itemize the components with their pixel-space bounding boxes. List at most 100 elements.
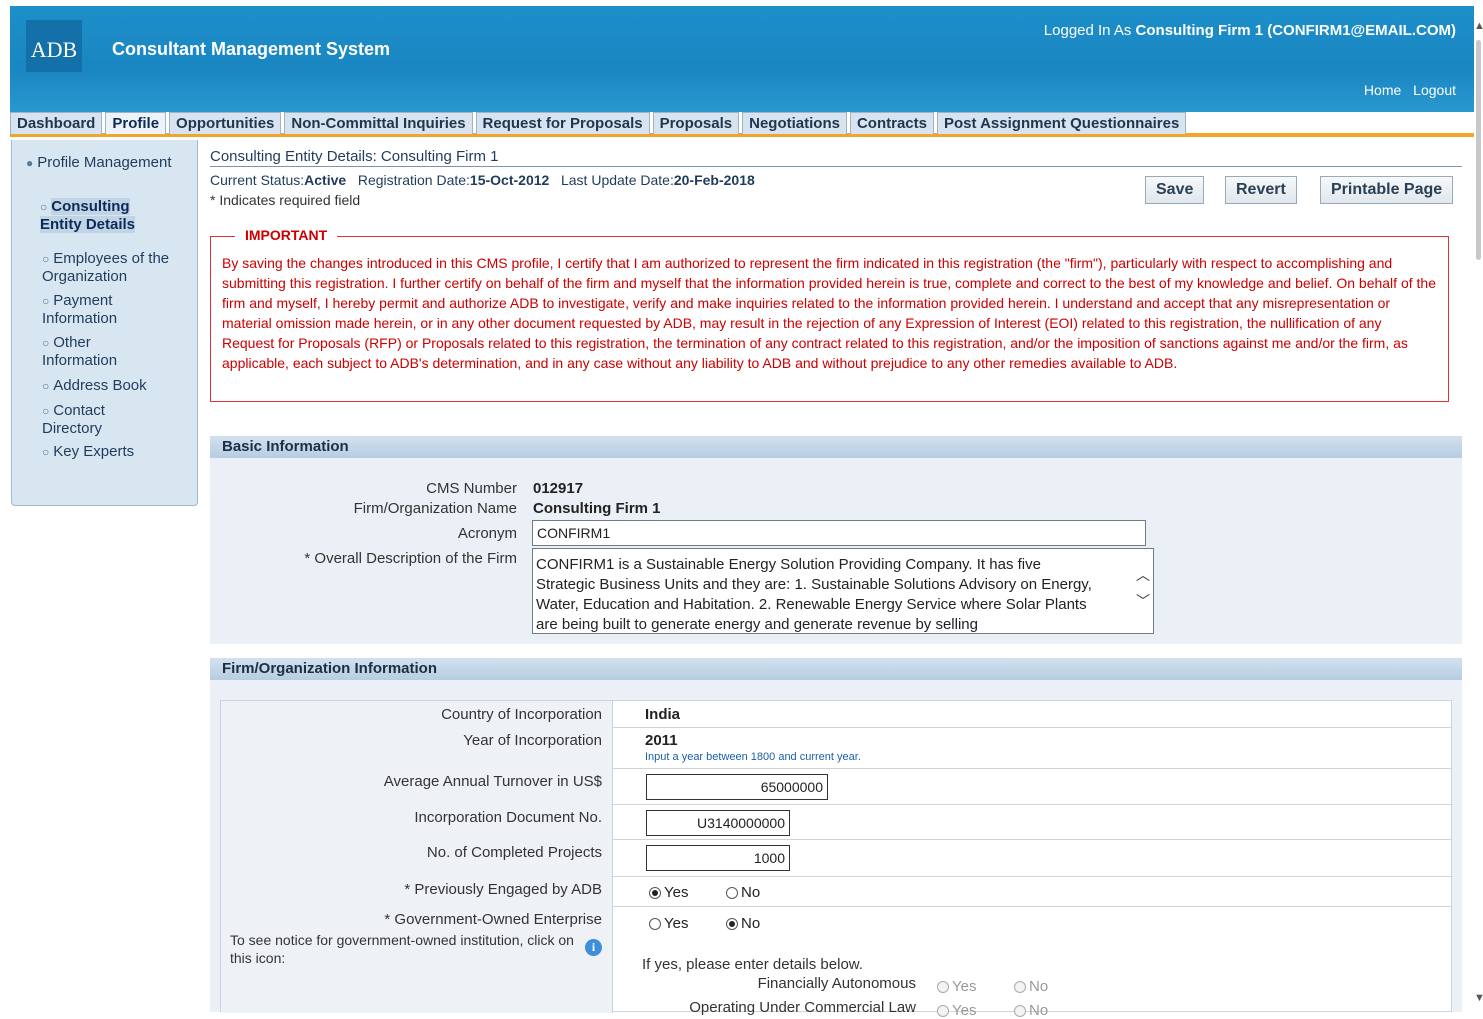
government-notice-text: To see notice for government-owned insti… xyxy=(230,932,574,966)
tab-opportunities[interactable]: Opportunities xyxy=(169,112,282,134)
home-link[interactable]: Home xyxy=(1364,82,1401,98)
scroll-down-icon[interactable]: ▼ xyxy=(1474,992,1483,1004)
circle-bullet-icon: ○ xyxy=(42,336,50,350)
basic-information-header: Basic Information xyxy=(210,436,1462,458)
cms-number-value: 012917 xyxy=(533,480,584,497)
last-update-date: 20-Feb-2018 xyxy=(673,172,755,188)
important-notice: IMPORTANT By saving the changes introduc… xyxy=(210,227,1449,402)
bullet-icon: ● xyxy=(26,156,34,170)
cms-number-label: CMS Number xyxy=(426,480,517,497)
adb-logo[interactable]: ADB xyxy=(26,20,82,72)
description-scrollbar[interactable]: ︿ ﹀ xyxy=(1133,549,1153,633)
sidebar-item-employees[interactable]: ○ Employees of the Organization xyxy=(42,250,192,286)
row-country: Country of Incorporation India xyxy=(221,701,1451,728)
tab-non-committal-inquiries[interactable]: Non-Committal Inquiries xyxy=(284,112,473,134)
docno-label: Incorporation Document No. xyxy=(414,809,602,826)
tab-profile[interactable]: Profile xyxy=(105,112,167,134)
engaged-no-radio[interactable]: No xyxy=(726,884,760,901)
government-no-radio[interactable]: No xyxy=(726,915,760,932)
scroll-up-icon[interactable]: ︿ xyxy=(1136,565,1150,585)
sidebar-item-key-experts[interactable]: ○ Key Experts xyxy=(42,443,192,461)
government-label: * Government-Owned Enterprise xyxy=(384,911,602,928)
sidebar: ● Profile Management ○ Consulting Entity D… xyxy=(11,140,198,506)
acronym-label: Acronym xyxy=(457,525,517,542)
important-title: IMPORTANT xyxy=(235,227,338,243)
radio-disabled-icon xyxy=(1014,980,1026,993)
year-hint: Input a year between 1800 and current ye… xyxy=(645,751,861,763)
logged-in-user: Consulting Firm 1 (CONFIRM1@EMAIL.COM) xyxy=(1135,22,1456,39)
engaged-label: * Previously Engaged by ADB xyxy=(404,881,602,898)
scrollbar-thumb[interactable] xyxy=(1476,40,1481,260)
tab-contracts[interactable]: Contracts xyxy=(849,112,934,134)
app-header: ADB Consultant Management System Logged … xyxy=(10,6,1474,112)
country-label: Country of Incorporation xyxy=(441,706,602,723)
status-value: Active xyxy=(304,172,347,188)
registration-date: 15-Oct-2012 xyxy=(469,172,550,188)
row-year: Year of Incorporation 2011 Input a year … xyxy=(221,727,1451,769)
circle-bullet-icon: ○ xyxy=(42,445,50,459)
logged-in-prefix: Logged In As xyxy=(1043,22,1132,39)
turnover-label: Average Annual Turnover in US$ xyxy=(383,773,602,790)
sidebar-item-consulting-entity-details[interactable]: ○ Consulting Entity Details xyxy=(40,198,170,234)
year-label: Year of Incorporation xyxy=(463,732,602,749)
page-scrollbar[interactable]: ▲ ▼ xyxy=(1474,0,1483,1012)
info-icon[interactable]: i xyxy=(585,939,602,956)
circle-bullet-icon: ○ xyxy=(42,379,50,393)
financial-yes-radio[interactable]: Yes xyxy=(937,978,976,995)
law-yes-radio[interactable]: Yes xyxy=(937,1002,976,1019)
radio-disabled-icon xyxy=(937,1004,949,1017)
circle-bullet-icon: ○ xyxy=(42,294,50,308)
government-yes-radio[interactable]: Yes xyxy=(649,915,688,932)
firm-information-header: Firm/Organization Information xyxy=(210,658,1462,680)
firm-name-value: Consulting Firm 1 xyxy=(533,500,661,517)
country-value: India xyxy=(645,706,681,723)
financial-no-radio[interactable]: No xyxy=(1014,978,1048,995)
row-government: * Government-Owned Enterprise To see not… xyxy=(221,906,1451,1019)
logout-link[interactable]: Logout xyxy=(1413,82,1456,98)
main-tabs: Dashboard Profile Opportunities Non-Comm… xyxy=(10,112,1189,134)
sidebar-item-payment-information[interactable]: ○ Payment Information xyxy=(42,292,152,328)
status-line: Current Status:Active Registration Date:… xyxy=(210,172,755,188)
revert-button[interactable]: Revert xyxy=(1225,176,1297,204)
tab-proposals[interactable]: Proposals xyxy=(652,112,740,134)
row-projects: No. of Completed Projects xyxy=(221,839,1451,877)
radio-disabled-icon xyxy=(1014,1004,1026,1017)
row-turnover: Average Annual Turnover in US$ xyxy=(221,768,1451,805)
row-engaged: * Previously Engaged by ADB Yes No xyxy=(221,876,1451,907)
docno-input[interactable] xyxy=(646,810,790,836)
description-label: * Overall Description of the Firm xyxy=(304,550,517,567)
sidebar-item-address-book[interactable]: ○ Address Book xyxy=(42,377,192,395)
radio-disabled-icon xyxy=(937,980,949,993)
radio-empty-icon xyxy=(726,886,738,899)
app-title: Consultant Management System xyxy=(112,39,391,59)
sidebar-root[interactable]: ● Profile Management xyxy=(26,154,186,172)
year-value: 2011 xyxy=(645,732,678,749)
firm-name-label: Firm/Organization Name xyxy=(353,500,517,517)
important-text: By saving the changes introduced in this… xyxy=(222,255,1436,371)
sidebar-item-other-information[interactable]: ○ Other Information xyxy=(42,334,152,370)
projects-input[interactable] xyxy=(646,845,790,871)
sidebar-item-contact-directory[interactable]: ○ Contact Directory xyxy=(42,402,152,438)
save-button[interactable]: Save xyxy=(1145,176,1205,204)
tab-dashboard[interactable]: Dashboard xyxy=(10,112,103,134)
window-edge xyxy=(0,0,10,1012)
tab-request-for-proposals[interactable]: Request for Proposals xyxy=(475,112,650,134)
scroll-down-icon[interactable]: ﹀ xyxy=(1136,591,1150,611)
printable-page-button[interactable]: Printable Page xyxy=(1320,176,1454,204)
circle-bullet-icon: ○ xyxy=(42,404,50,418)
engaged-yes-radio[interactable]: Yes xyxy=(649,884,688,901)
tab-post-assignment-questionnaires[interactable]: Post Assignment Questionnaires xyxy=(936,112,1187,134)
logged-in-info: Logged In As Consulting Firm 1 (CONFIRM1… xyxy=(1044,22,1456,39)
radio-empty-icon xyxy=(649,917,661,930)
circle-bullet-icon: ○ xyxy=(40,200,48,214)
tab-negotiations[interactable]: Negotiations xyxy=(742,112,847,134)
description-textarea[interactable]: CONFIRM1 is a Sustainable Energy Solutio… xyxy=(532,548,1154,634)
acronym-input[interactable] xyxy=(532,520,1146,546)
scroll-up-icon[interactable]: ▲ xyxy=(1474,20,1483,32)
commercial-law-label: Operating Under Commercial Law xyxy=(689,999,916,1016)
required-field-note: * Indicates required field xyxy=(210,192,361,208)
law-no-radio[interactable]: No xyxy=(1014,1002,1048,1019)
radio-selected-icon xyxy=(726,917,738,930)
financially-autonomous-label: Financially Autonomous xyxy=(757,975,916,992)
turnover-input[interactable] xyxy=(646,774,828,800)
